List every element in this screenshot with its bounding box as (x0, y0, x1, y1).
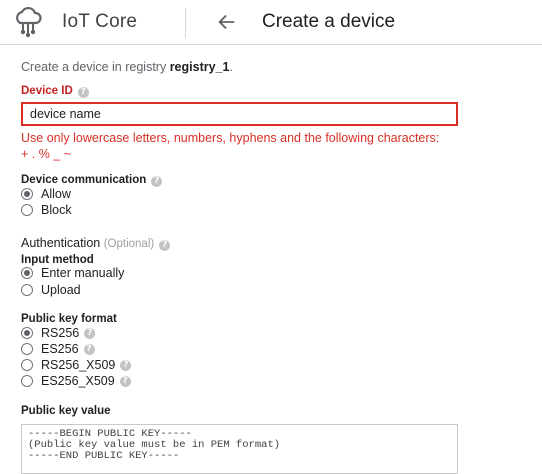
radio-allow[interactable]: Allow (21, 186, 71, 202)
radio-button[interactable] (21, 359, 33, 371)
radio-rs256[interactable]: RS256? (21, 325, 96, 341)
help-icon[interactable]: ? (151, 176, 163, 187)
radio-es256-x509-label: ES256_X509 (41, 374, 115, 388)
help-icon[interactable]: ? (120, 359, 132, 371)
intro-text: Create a device in registry registry_1. (21, 60, 233, 74)
radio-button-checked[interactable] (21, 327, 33, 339)
radio-upload-label: Upload (41, 283, 81, 297)
optional-tag: (Optional) (103, 238, 155, 250)
radio-block-label: Block (41, 203, 72, 217)
device-id-label-text: Device ID (21, 85, 73, 97)
device-id-input[interactable] (21, 102, 458, 126)
radio-block[interactable]: Block (21, 202, 72, 218)
help-icon[interactable]: ? (83, 343, 95, 355)
authentication-title-text: Authentication (21, 236, 101, 250)
top-bar: IoT Core Create a device (0, 0, 542, 45)
radio-button[interactable] (21, 343, 33, 355)
public-key-value-textarea[interactable]: -----BEGIN PUBLIC KEY----- (Public key va… (21, 424, 458, 474)
help-icon[interactable]: ? (119, 375, 131, 387)
radio-es256-label: ES256 (41, 342, 79, 356)
radio-button[interactable] (21, 375, 33, 387)
authentication-title: Authentication (Optional)? (21, 236, 171, 251)
intro-prefix: Create a device in registry (21, 60, 170, 74)
back-arrow-icon[interactable] (216, 11, 238, 33)
radio-es256-x509[interactable]: ES256_X509? (21, 373, 131, 389)
device-communication-label-text: Device communication (21, 174, 147, 186)
radio-enter-manually[interactable]: Enter manually (21, 265, 124, 281)
page-title: Create a device (262, 11, 396, 32)
device-id-error-line1: Use only lowercase letters, numbers, hyp… (21, 131, 440, 145)
app-name: IoT Core (62, 11, 138, 32)
radio-button[interactable] (21, 284, 33, 296)
radio-button-checked[interactable] (21, 188, 33, 200)
radio-rs256-x509-label: RS256_X509 (41, 358, 116, 372)
device-id-label: Device ID? (21, 85, 89, 98)
key-value-line3: -----END PUBLIC KEY----- (28, 450, 180, 462)
radio-rs256-x509[interactable]: RS256_X509? (21, 357, 132, 373)
radio-allow-label: Allow (41, 187, 71, 201)
radio-button[interactable] (21, 204, 33, 216)
radio-es256[interactable]: ES256? (21, 341, 95, 357)
intro-suffix: . (229, 60, 233, 74)
radio-enter-manually-label: Enter manually (41, 266, 125, 280)
public-key-value-label: Public key value (21, 405, 111, 417)
header-divider (185, 8, 186, 38)
help-icon[interactable]: ? (159, 240, 171, 251)
public-key-format-label: Public key format (21, 313, 117, 325)
help-icon[interactable]: ? (84, 327, 96, 339)
registry-name: registry_1 (169, 60, 230, 74)
help-icon[interactable]: ? (77, 87, 89, 98)
radio-upload[interactable]: Upload (21, 282, 81, 298)
iot-core-logo-icon (16, 6, 42, 38)
device-id-error-line2: + . % _ ~ (21, 147, 72, 161)
radio-button-checked[interactable] (21, 267, 33, 279)
radio-rs256-label: RS256 (41, 326, 80, 340)
